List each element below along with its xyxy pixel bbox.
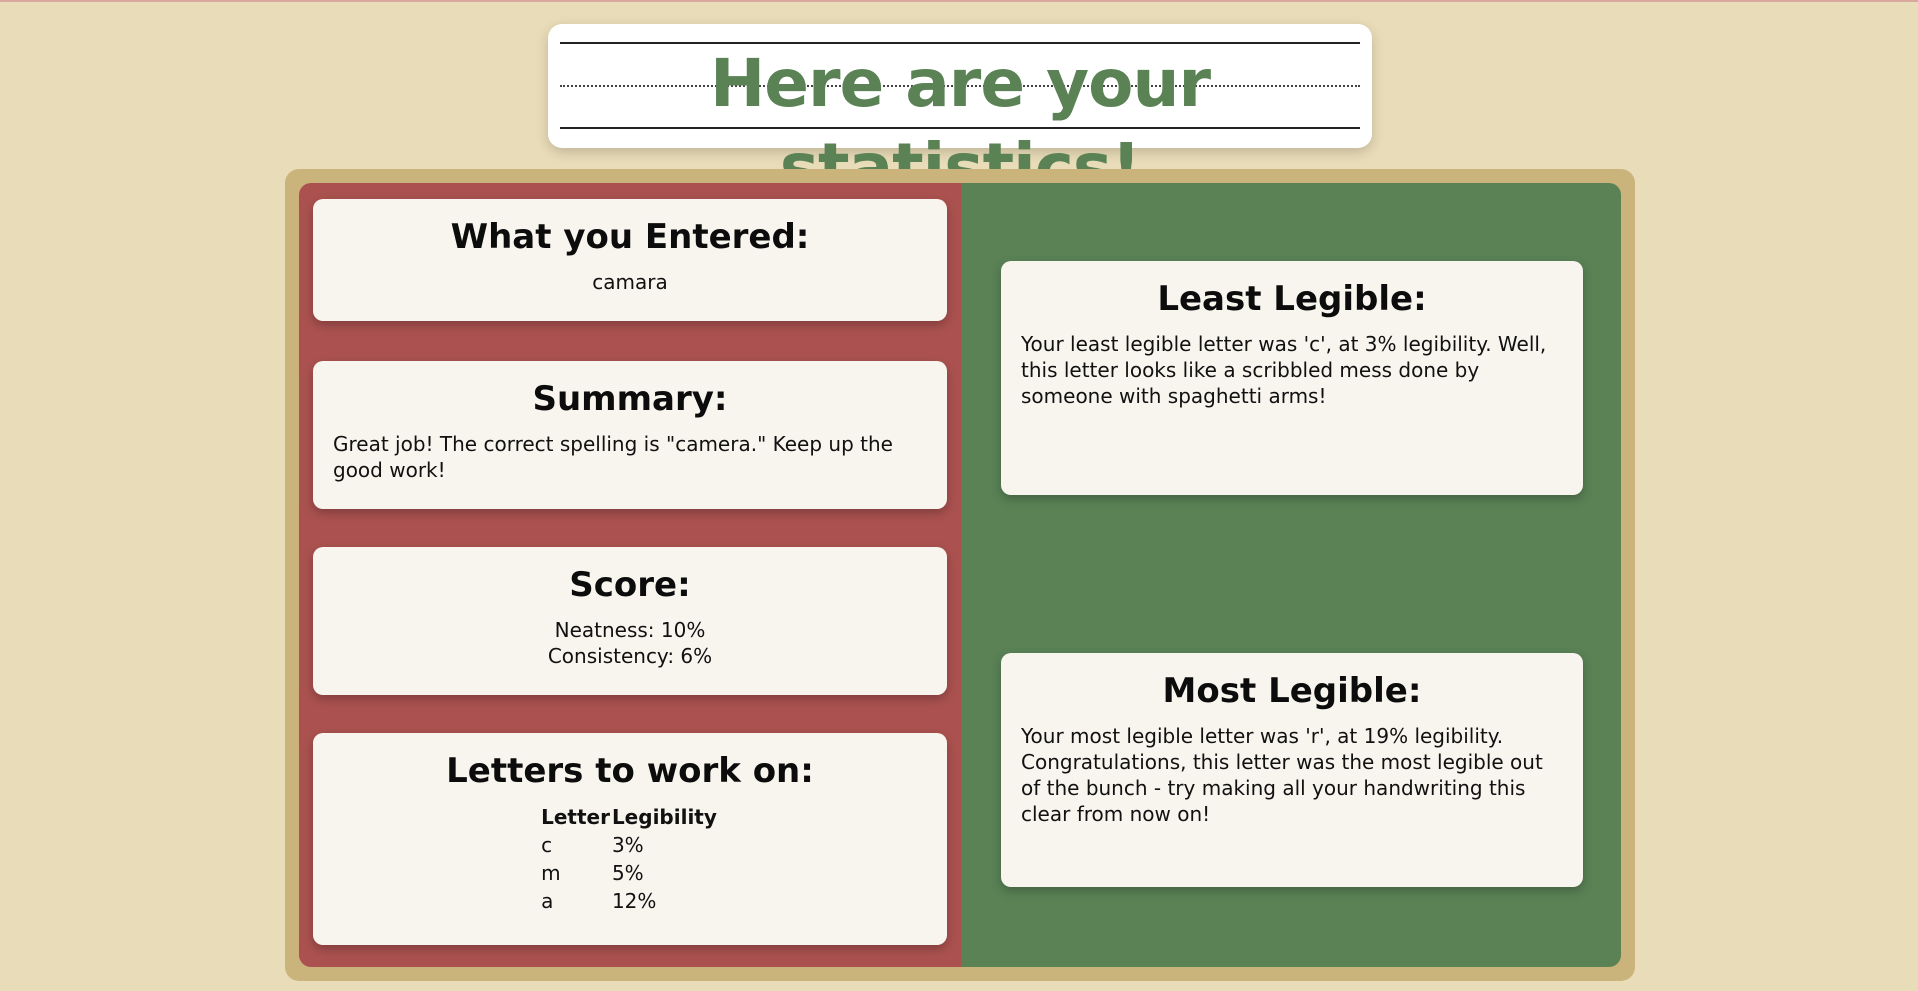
legibility-cell: 12% — [611, 889, 657, 913]
letter-cell: m — [541, 861, 561, 885]
least-legible-card: Least Legible: Your least legible letter… — [1001, 261, 1583, 495]
entered-heading: What you Entered: — [450, 217, 810, 257]
letters-card: Letters to work on: Letter Legibility c … — [313, 733, 947, 945]
letters-table-header: Letter Legibility — [541, 803, 719, 831]
right-panel: Least Legible: Your least legible letter… — [961, 183, 1621, 967]
entered-card: What you Entered: camara — [313, 199, 947, 321]
letters-heading: Letters to work on: — [446, 751, 814, 791]
summary-card: Summary: Great job! The correct spelling… — [313, 361, 947, 509]
entered-value: camara — [592, 270, 668, 294]
score-heading: Score: — [569, 565, 691, 605]
letter-cell: c — [541, 833, 553, 857]
legibility-cell: 5% — [611, 861, 644, 885]
table-row: c 3% — [541, 831, 719, 859]
table-row: m 5% — [541, 859, 719, 887]
letters-column-legibility: Legibility — [611, 805, 717, 829]
score-consistency: Consistency: 6% — [547, 644, 713, 668]
summary-heading: Summary: — [532, 379, 728, 419]
statistics-board: What you Entered: camara Summary: Great … — [285, 169, 1635, 981]
least-legible-heading: Least Legible: — [1157, 279, 1427, 319]
legibility-cell: 3% — [611, 833, 644, 857]
least-legible-text: Your least legible letter was 'c', at 3%… — [1021, 332, 1547, 408]
score-card: Score: Neatness: 10% Consistency: 6% — [313, 547, 947, 695]
letters-table: Letter Legibility c 3% m 5% a 12% — [541, 803, 719, 915]
table-row: a 12% — [541, 887, 719, 915]
most-legible-text: Your most legible letter was 'r', at 19%… — [1021, 724, 1543, 826]
left-panel: What you Entered: camara Summary: Great … — [299, 183, 961, 967]
letter-cell: a — [541, 889, 554, 913]
summary-text: Great job! The correct spelling is "came… — [333, 432, 893, 482]
most-legible-heading: Most Legible: — [1162, 671, 1422, 711]
most-legible-card: Most Legible: Your most legible letter w… — [1001, 653, 1583, 887]
title-card: Here are your statistics! — [548, 24, 1372, 206]
letters-column-letter: Letter — [541, 805, 610, 829]
score-neatness: Neatness: 10% — [554, 618, 706, 642]
